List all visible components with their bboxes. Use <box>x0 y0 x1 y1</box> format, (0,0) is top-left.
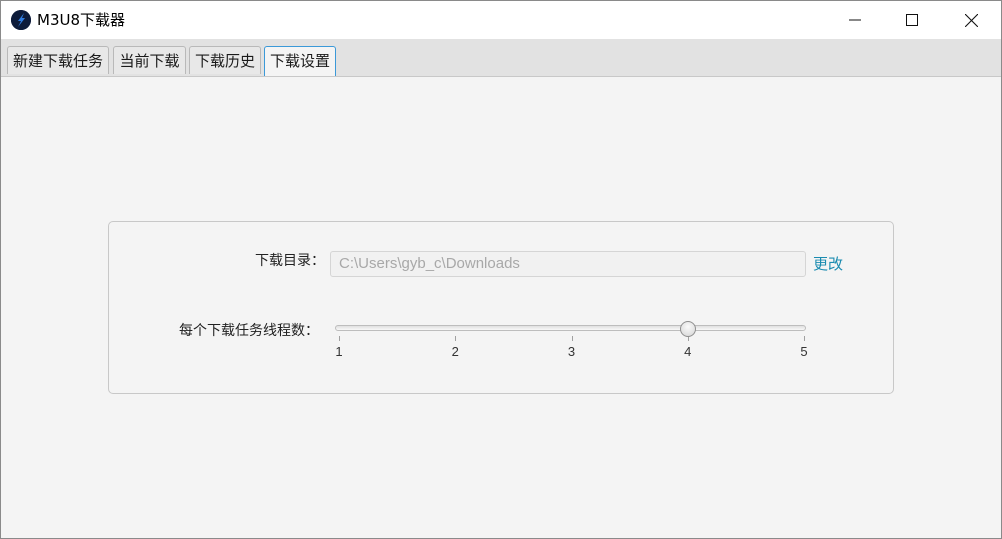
slider-tick-label: 4 <box>684 344 692 359</box>
slider-tick <box>571 336 573 341</box>
maximize-icon <box>906 14 918 26</box>
close-button[interactable] <box>942 1 1000 39</box>
app-window: M3U8下载器 新建下载任务 当前下载 下载历史 下载设置 下载目录： C:\U… <box>0 0 1002 539</box>
tab-download-history[interactable]: 下载历史 <box>189 46 261 74</box>
change-directory-link[interactable]: 更改 <box>813 255 843 273</box>
slider-tick-label: 3 <box>567 344 576 359</box>
thread-count-slider-track[interactable] <box>335 325 806 331</box>
slider-tick <box>455 336 457 341</box>
download-directory-field[interactable]: C:\Users\gyb_c\Downloads <box>330 251 806 277</box>
thread-count-label: 每个下载任务线程数： <box>179 323 319 339</box>
minimize-button[interactable] <box>826 1 884 39</box>
window-title: M3U8下载器 <box>37 11 126 29</box>
slider-tick <box>339 336 340 341</box>
settings-panel: 下载目录： C:\Users\gyb_c\Downloads 更改 每个下载任务… <box>108 221 894 394</box>
tab-new-download[interactable]: 新建下载任务 <box>7 46 109 74</box>
slider-tick-label: 2 <box>451 344 459 359</box>
app-logo-icon <box>11 10 31 30</box>
tab-download-settings[interactable]: 下载设置 <box>264 46 336 76</box>
slider-tick <box>804 336 805 341</box>
title-bar[interactable]: M3U8下载器 <box>1 1 1001 39</box>
tab-bar: 新建下载任务 当前下载 下载历史 下载设置 <box>1 39 1001 77</box>
slider-tick-label: 1 <box>335 344 343 359</box>
minimize-icon <box>849 19 861 21</box>
slider-tick-label: 5 <box>800 344 808 359</box>
download-directory-label: 下载目录： <box>255 253 325 269</box>
thread-count-slider-thumb[interactable] <box>679 321 696 337</box>
close-icon <box>964 13 978 27</box>
maximize-button[interactable] <box>883 1 941 39</box>
tab-current-downloads[interactable]: 当前下载 <box>113 46 186 74</box>
